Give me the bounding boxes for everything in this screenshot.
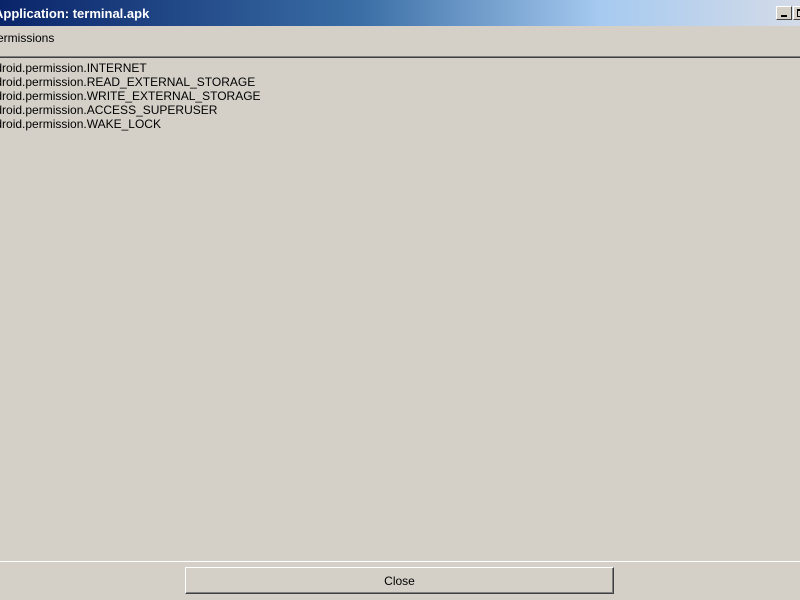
list-item[interactable]: android.permission.READ_EXTERNAL_STORAGE [0,75,261,89]
permissions-label: Permissions [0,31,55,45]
permissions-list: android.permission.INTERNET android.perm… [0,61,261,131]
list-item[interactable]: android.permission.WAKE_LOCK [0,117,261,131]
window-title: Application: terminal.apk [0,6,150,21]
close-button[interactable]: Close [185,567,614,594]
list-divider [0,561,800,562]
permissions-list-box[interactable] [0,56,800,562]
list-item[interactable]: android.permission.ACCESS_SUPERUSER [0,103,261,117]
minimize-button[interactable] [776,6,792,20]
maximize-button[interactable] [793,6,800,20]
minimize-icon [781,15,787,17]
list-item[interactable]: android.permission.WRITE_EXTERNAL_STORAG… [0,89,261,103]
title-bar[interactable]: Application: terminal.apk [0,0,800,26]
application-dialog: Application: terminal.apk Permissions an… [0,0,800,600]
list-item[interactable]: android.permission.INTERNET [0,61,261,75]
